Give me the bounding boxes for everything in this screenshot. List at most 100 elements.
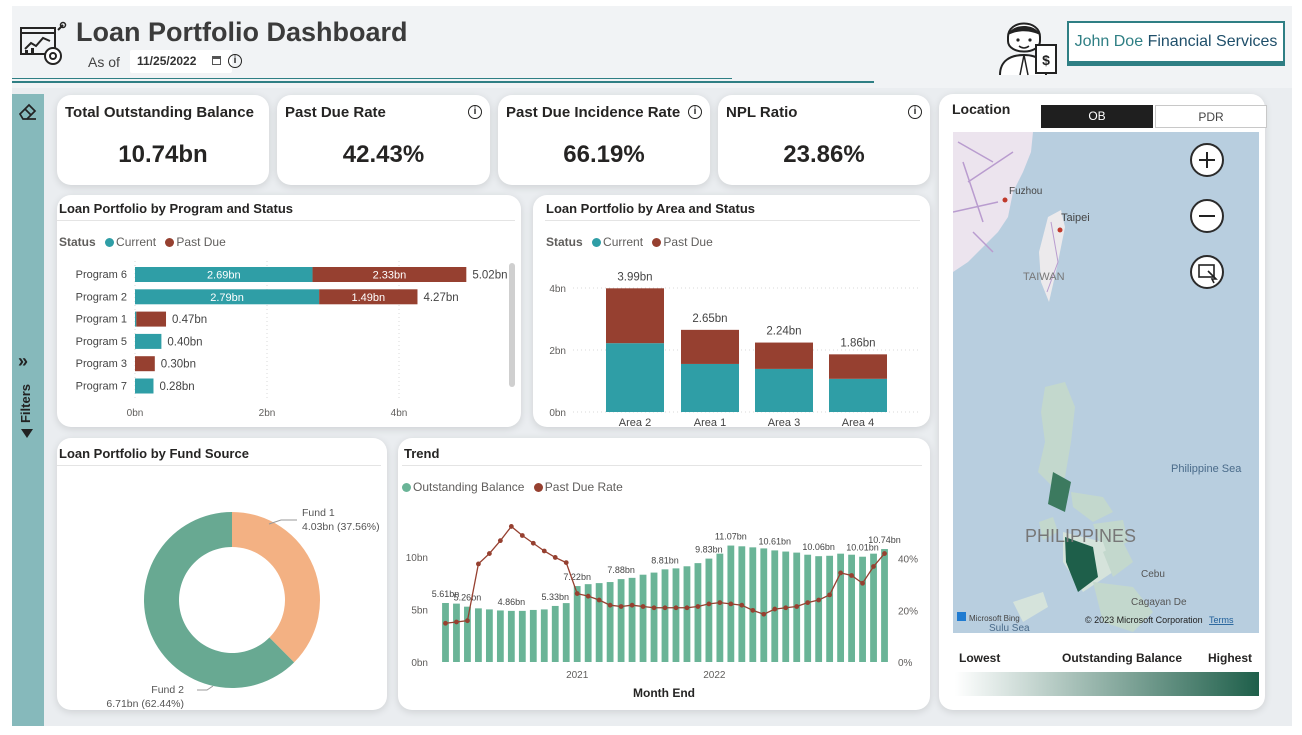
bar-segment [829, 378, 887, 412]
past-due-rate-point [530, 540, 536, 546]
trend-bar [760, 548, 768, 662]
bar-segment [606, 288, 664, 344]
y-right-tick-label: 20% [898, 606, 918, 617]
expand-filters-icon[interactable]: » [18, 351, 28, 372]
bar-segment [135, 311, 137, 327]
bar-total-label: 3.99bn [617, 271, 652, 283]
info-icon[interactable]: i [468, 105, 482, 119]
program-chart-scrollbar[interactable] [509, 263, 515, 387]
eraser-icon[interactable] [17, 100, 39, 122]
past-due-rate-point [739, 602, 745, 608]
info-icon[interactable]: i [908, 105, 922, 119]
card-separator [57, 465, 381, 466]
past-due-rate-point [629, 602, 635, 608]
zoom-out-button[interactable] [1190, 199, 1224, 233]
past-due-rate-point [882, 551, 887, 556]
y-tick-label: 2bn [549, 346, 566, 357]
past-due-rate-point [651, 605, 657, 611]
program-chart-plot[interactable]: 0bn 2bn 4bn Program 6 2.69bn 2.33bn 5.02bn Prog… [57, 255, 521, 427]
past-due-rate-point [443, 620, 448, 626]
map-title: Location [952, 101, 1011, 117]
select-area-button[interactable] [1190, 255, 1224, 289]
zoom-in-button[interactable] [1190, 143, 1224, 177]
program-chart-card: Loan Portfolio by Program and Status Sta… [57, 195, 521, 427]
past-due-rate-point [618, 604, 624, 609]
legend-balance-marker [402, 483, 411, 492]
company-name-second: Financial Services [1147, 33, 1278, 50]
trend-bar-label: 10.06bn [802, 542, 835, 552]
bar-total-label: 1.86bn [840, 337, 875, 349]
trend-chart-plot[interactable]: 0bn5bn10bn0%20%40%5.61bn5.26bn 4.86bn 5.33… [398, 498, 930, 710]
category-label: Program 1 [76, 314, 127, 326]
as-of-date-box[interactable]: 11/25/2022 [130, 50, 232, 73]
program-chart-legend: Status Current Past Due [59, 235, 226, 249]
scale-highest-label: Highest [1208, 651, 1253, 665]
trend-bar [453, 603, 460, 662]
bar-data-label: 2.79bn [210, 292, 244, 304]
plus-icon [1199, 152, 1215, 168]
bar-segment [136, 311, 167, 327]
trend-bar [606, 582, 614, 662]
color-scale-bar [955, 672, 1259, 696]
fund-chart-plot[interactable]: Fund 1 4.03bn (37.56%) Fund 2 6.71bn (62.44… [57, 468, 387, 710]
legend-balance-label[interactable]: Outstanding Balance [413, 480, 524, 494]
legend-current-label[interactable]: Current [603, 235, 643, 249]
trend-bar [529, 609, 537, 662]
map-toggle: OB PDR [1041, 105, 1267, 128]
past-due-rate-point [783, 605, 789, 611]
x-tick-label: 2021 [566, 670, 589, 681]
trend-bar [551, 605, 559, 662]
y-left-tick-label: 0bn [411, 658, 428, 669]
filter-sidebar[interactable]: » Filters [12, 94, 44, 726]
trend-bar [442, 602, 449, 662]
bar-total-label: 0.30bn [161, 359, 196, 371]
past-due-rate-point [476, 561, 481, 567]
trend-bar [837, 553, 845, 662]
y-tick-label: 0bn [549, 408, 566, 419]
bar-total-label: 0.47bn [172, 314, 207, 326]
kpi-title: NPL Ratio [726, 104, 798, 121]
bar-segment [681, 363, 739, 412]
page-title: Loan Portfolio Dashboard [76, 17, 408, 47]
legend-current-label[interactable]: Current [116, 235, 156, 249]
bar-segment [135, 378, 154, 394]
kpi-card-past-due-rate: Past Due Rate i 42.43% [277, 95, 490, 185]
map-terms-link: Terms [1209, 615, 1234, 625]
past-due-rate-point [794, 604, 800, 609]
info-icon[interactable]: i [688, 105, 702, 119]
kpi-title: Past Due Incidence Rate [506, 104, 681, 121]
trend-bar [683, 566, 691, 662]
bar-total-label: 4.27bn [423, 292, 458, 304]
toggle-pdr-button[interactable]: PDR [1155, 105, 1267, 128]
filters-label[interactable]: Filters [18, 384, 33, 423]
x-axis-title: Month End [633, 686, 695, 700]
past-due-rate-point [838, 570, 844, 576]
trend-bar [628, 577, 636, 662]
past-due-rate-point [465, 618, 470, 624]
map-label-cagayan: Cagayan De [1131, 597, 1187, 608]
past-due-rate-point [552, 555, 558, 560]
category-label: Area 1 [694, 417, 726, 427]
map-label-philippine-sea: Philippine Sea [1171, 463, 1242, 475]
date-info-icon[interactable]: i [228, 54, 242, 68]
leader-line [197, 685, 214, 691]
legend-past-due-label[interactable]: Past Due [663, 235, 712, 249]
dashboard-logo-icon [18, 19, 68, 69]
kpi-card-past-due-incidence-rate: Past Due Incidence Rate i 66.19% [498, 95, 710, 185]
past-due-rate-point [662, 605, 668, 611]
legend-past-due-label[interactable]: Past Due [176, 235, 225, 249]
trend-bar-label: 8.81bn [651, 555, 679, 565]
y-left-tick-label: 5bn [411, 605, 428, 616]
legend-past-due-rate-label[interactable]: Past Due Rate [545, 480, 623, 494]
kpi-card-total-outstanding-balance: Total Outstanding Balance 10.74bn [57, 95, 269, 185]
slice-value-label: 4.03bn (37.56%) [302, 521, 380, 533]
trend-bar [562, 603, 570, 662]
past-due-rate-point [860, 580, 865, 586]
toggle-ob-button[interactable]: OB [1041, 105, 1153, 128]
fund-chart-title: Loan Portfolio by Fund Source [59, 446, 249, 461]
x-tick-label: 2022 [703, 670, 726, 681]
trend-bar-label: 9.83bn [695, 545, 723, 555]
trend-chart-legend: Outstanding Balance Past Due Rate [402, 480, 623, 494]
area-chart-plot[interactable]: 0bn 2bn 4bn 3.99bn Area 2 2.65bn Area 1 2.24bn A… [533, 255, 930, 427]
trend-bar-label: 10.74bn [868, 535, 901, 545]
